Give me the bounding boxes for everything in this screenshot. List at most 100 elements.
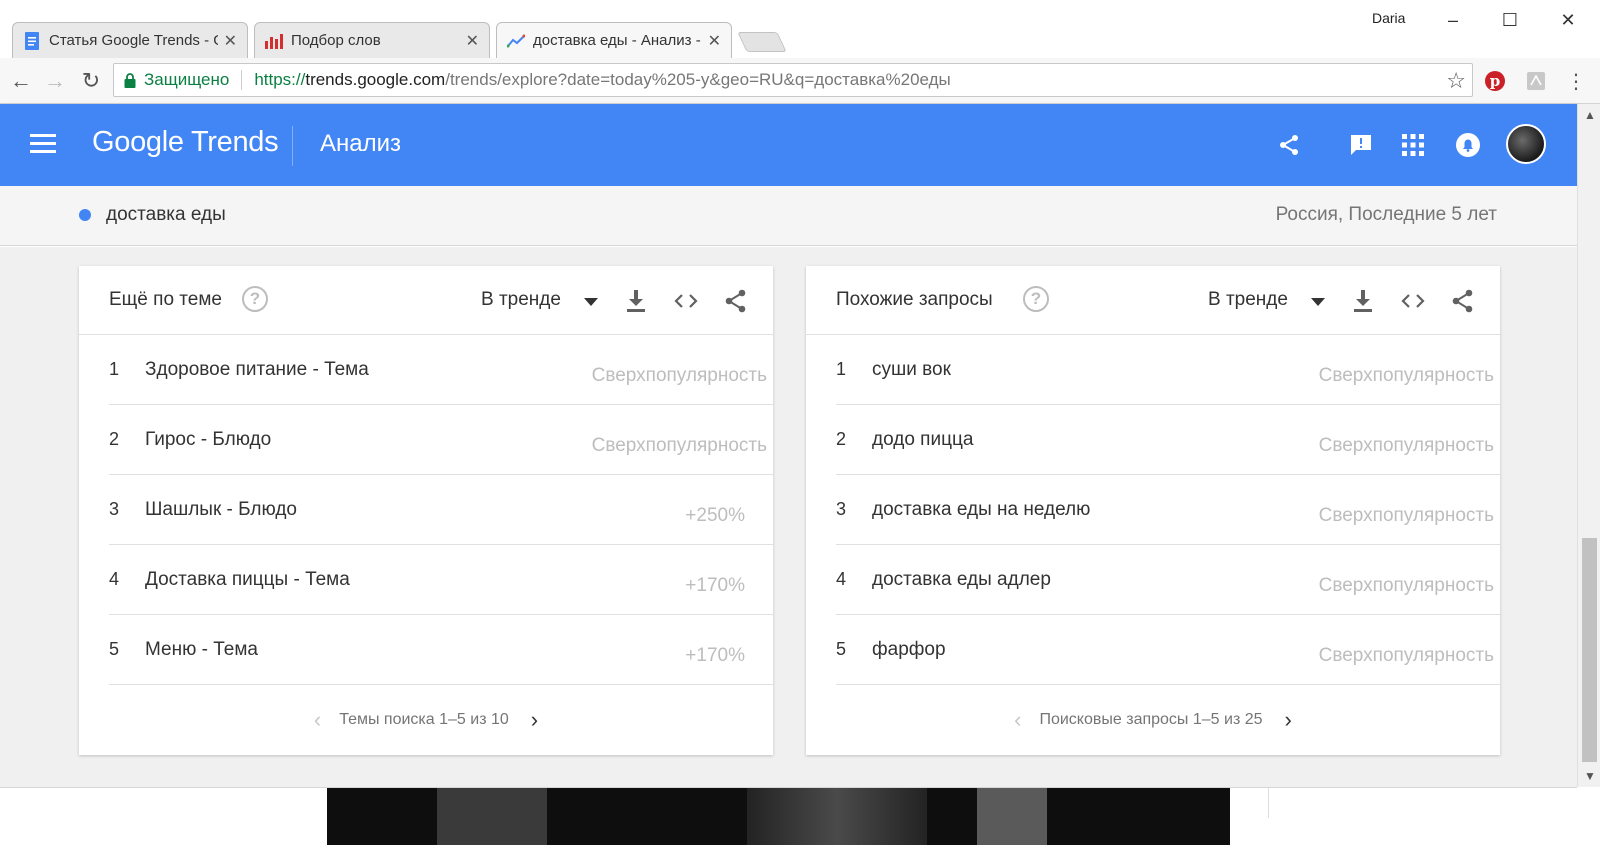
list-item[interactable]: 3 Шашлык - Блюдо +250% bbox=[109, 475, 773, 545]
scrollbar-thumb[interactable] bbox=[1582, 538, 1597, 762]
topics-list: 1 Здоровое питание - Тема Сверхпопулярно… bbox=[79, 335, 773, 685]
query-text[interactable]: суши вок bbox=[872, 359, 951, 381]
chevron-right-icon[interactable]: › bbox=[531, 707, 538, 733]
video-thumbnail[interactable] bbox=[327, 788, 1230, 845]
header-divider bbox=[292, 126, 293, 166]
scroll-down-arrow-icon[interactable]: ▼ bbox=[1584, 769, 1596, 783]
card-header: Похожие запросы ? В тренде bbox=[806, 266, 1500, 335]
close-tab-icon[interactable]: ✕ bbox=[466, 31, 479, 51]
forward-arrow-icon[interactable]: → bbox=[40, 66, 70, 96]
main-content: Ещё по теме ? В тренде 1 Здоровое питани… bbox=[0, 247, 1577, 787]
trend-value: +170% bbox=[685, 575, 745, 596]
vertical-scrollbar[interactable]: ▲ ▼ bbox=[1577, 104, 1600, 787]
help-icon[interactable]: ? bbox=[242, 286, 268, 312]
list-item[interactable]: 2 додо пицца Сверхпопулярность bbox=[836, 405, 1500, 475]
background-page bbox=[0, 787, 1577, 845]
url-path: /trends/explore?date=today%205-y&geo=RU&… bbox=[445, 70, 951, 89]
url-scheme: https:// bbox=[254, 70, 306, 89]
rank: 2 bbox=[109, 429, 120, 449]
list-item[interactable]: 5 фарфор Сверхпопулярность bbox=[836, 615, 1500, 685]
download-icon[interactable] bbox=[623, 288, 649, 314]
url-host: trends.google.com bbox=[305, 70, 446, 89]
trend-value: Сверхпопулярность bbox=[591, 365, 767, 386]
dropdown-caret-icon[interactable] bbox=[584, 298, 598, 306]
notifications-bell-icon[interactable] bbox=[1453, 130, 1483, 160]
avatar[interactable] bbox=[1506, 124, 1546, 164]
browser-tab-article[interactable]: Статья Google Trends - G ✕ bbox=[12, 22, 248, 58]
chevron-left-icon[interactable]: ‹ bbox=[1014, 707, 1021, 733]
query-text[interactable]: доставка еды на неделю bbox=[872, 499, 1090, 521]
filter-select[interactable]: В тренде bbox=[1208, 289, 1288, 311]
chevron-right-icon[interactable]: › bbox=[1285, 707, 1292, 733]
close-tab-icon[interactable]: ✕ bbox=[708, 31, 721, 51]
embed-code-icon[interactable] bbox=[1400, 288, 1426, 314]
rank: 5 bbox=[109, 639, 120, 659]
hamburger-menu-icon[interactable] bbox=[30, 134, 56, 156]
search-term[interactable]: доставка еды bbox=[106, 204, 226, 226]
apps-grid-icon[interactable] bbox=[1398, 130, 1428, 160]
share-icon[interactable] bbox=[723, 288, 749, 314]
pinterest-icon[interactable]: p bbox=[1481, 67, 1509, 95]
back-arrow-icon[interactable]: ← bbox=[6, 66, 36, 96]
topic-text[interactable]: Шашлык - Блюдо bbox=[145, 499, 297, 521]
topic-text[interactable]: Здоровое питание - Тема bbox=[145, 359, 369, 381]
list-item[interactable]: 2 Гирос - Блюдо Сверхпопулярность bbox=[109, 405, 773, 475]
tab-label: Подбор слов bbox=[291, 32, 381, 49]
share-icon[interactable] bbox=[1274, 130, 1304, 160]
browser-tab-wordstat[interactable]: Подбор слов ✕ bbox=[254, 22, 490, 58]
topic-text[interactable]: Доставка пиццы - Тема bbox=[145, 569, 350, 591]
help-icon[interactable]: ? bbox=[1023, 286, 1049, 312]
rank: 5 bbox=[836, 639, 847, 659]
embed-code-icon[interactable] bbox=[673, 288, 699, 314]
trend-value: +170% bbox=[685, 645, 745, 666]
query-text[interactable]: додо пицца bbox=[872, 429, 973, 451]
term-color-dot bbox=[79, 209, 91, 221]
list-item[interactable]: 1 суши вок Сверхпопулярность bbox=[836, 335, 1500, 405]
pdf-extension-icon[interactable] bbox=[1522, 67, 1550, 95]
query-text[interactable]: фарфор bbox=[872, 639, 946, 661]
list-item[interactable]: 1 Здоровое питание - Тема Сверхпопулярно… bbox=[109, 335, 773, 405]
secure-label: Защищено bbox=[144, 70, 243, 90]
chrome-menu-icon[interactable]: ⋮ bbox=[1562, 67, 1590, 95]
docs-icon bbox=[23, 31, 41, 50]
minimize-icon[interactable]: – bbox=[1430, 6, 1476, 34]
profile-name[interactable]: Daria bbox=[1372, 10, 1405, 26]
list-item[interactable]: 3 доставка еды на неделю Сверхпопулярнос… bbox=[836, 475, 1500, 545]
address-bar[interactable]: Защищено https://trends.google.com/trend… bbox=[113, 63, 1473, 97]
search-term-bar: доставка еды Россия, Последние 5 лет bbox=[0, 186, 1577, 246]
pagination-label: Поисковые запросы 1–5 из 25 bbox=[1039, 711, 1263, 728]
topic-text[interactable]: Меню - Тема bbox=[145, 639, 258, 661]
tab-label: доставка еды - Анализ - bbox=[533, 32, 701, 49]
scroll-up-arrow-icon[interactable]: ▲ bbox=[1584, 108, 1596, 122]
chevron-left-icon[interactable]: ‹ bbox=[314, 707, 321, 733]
bar-chart-icon bbox=[265, 32, 283, 50]
topic-text[interactable]: Гирос - Блюдо bbox=[145, 429, 271, 451]
list-item[interactable]: 4 доставка еды адлер Сверхпопулярность bbox=[836, 545, 1500, 615]
filter-select[interactable]: В тренде bbox=[481, 289, 561, 311]
close-window-icon[interactable]: ✕ bbox=[1545, 6, 1591, 34]
bookmark-star-icon[interactable]: ☆ bbox=[1446, 68, 1466, 94]
svg-text:p: p bbox=[1490, 72, 1501, 90]
download-icon[interactable] bbox=[1350, 288, 1376, 314]
trend-value: Сверхпопулярность bbox=[1318, 435, 1494, 456]
card-header: Ещё по теме ? В тренде bbox=[79, 266, 773, 335]
rank: 1 bbox=[109, 359, 120, 379]
url-text[interactable]: https://trends.google.com/trends/explore… bbox=[254, 70, 950, 90]
video-figure bbox=[437, 788, 547, 845]
share-icon[interactable] bbox=[1450, 288, 1476, 314]
reload-icon[interactable]: ↻ bbox=[76, 66, 106, 96]
close-tab-icon[interactable]: ✕ bbox=[224, 31, 237, 51]
rank: 3 bbox=[836, 499, 847, 519]
browser-tab-trends[interactable]: доставка еды - Анализ - ✕ bbox=[496, 22, 732, 58]
google-trends-logo[interactable]: Google Trends bbox=[92, 126, 279, 159]
feedback-icon[interactable] bbox=[1346, 130, 1376, 160]
new-tab-button[interactable] bbox=[737, 32, 787, 52]
trends-header: Google Trends Анализ bbox=[0, 104, 1577, 186]
query-text[interactable]: доставка еды адлер bbox=[872, 569, 1051, 591]
list-item[interactable]: 5 Меню - Тема +170% bbox=[109, 615, 773, 685]
list-item[interactable]: 4 Доставка пиццы - Тема +170% bbox=[109, 545, 773, 615]
video-figure bbox=[747, 788, 927, 845]
term-scope[interactable]: Россия, Последние 5 лет bbox=[1276, 204, 1497, 226]
maximize-icon[interactable]: ☐ bbox=[1487, 6, 1533, 34]
dropdown-caret-icon[interactable] bbox=[1311, 298, 1325, 306]
